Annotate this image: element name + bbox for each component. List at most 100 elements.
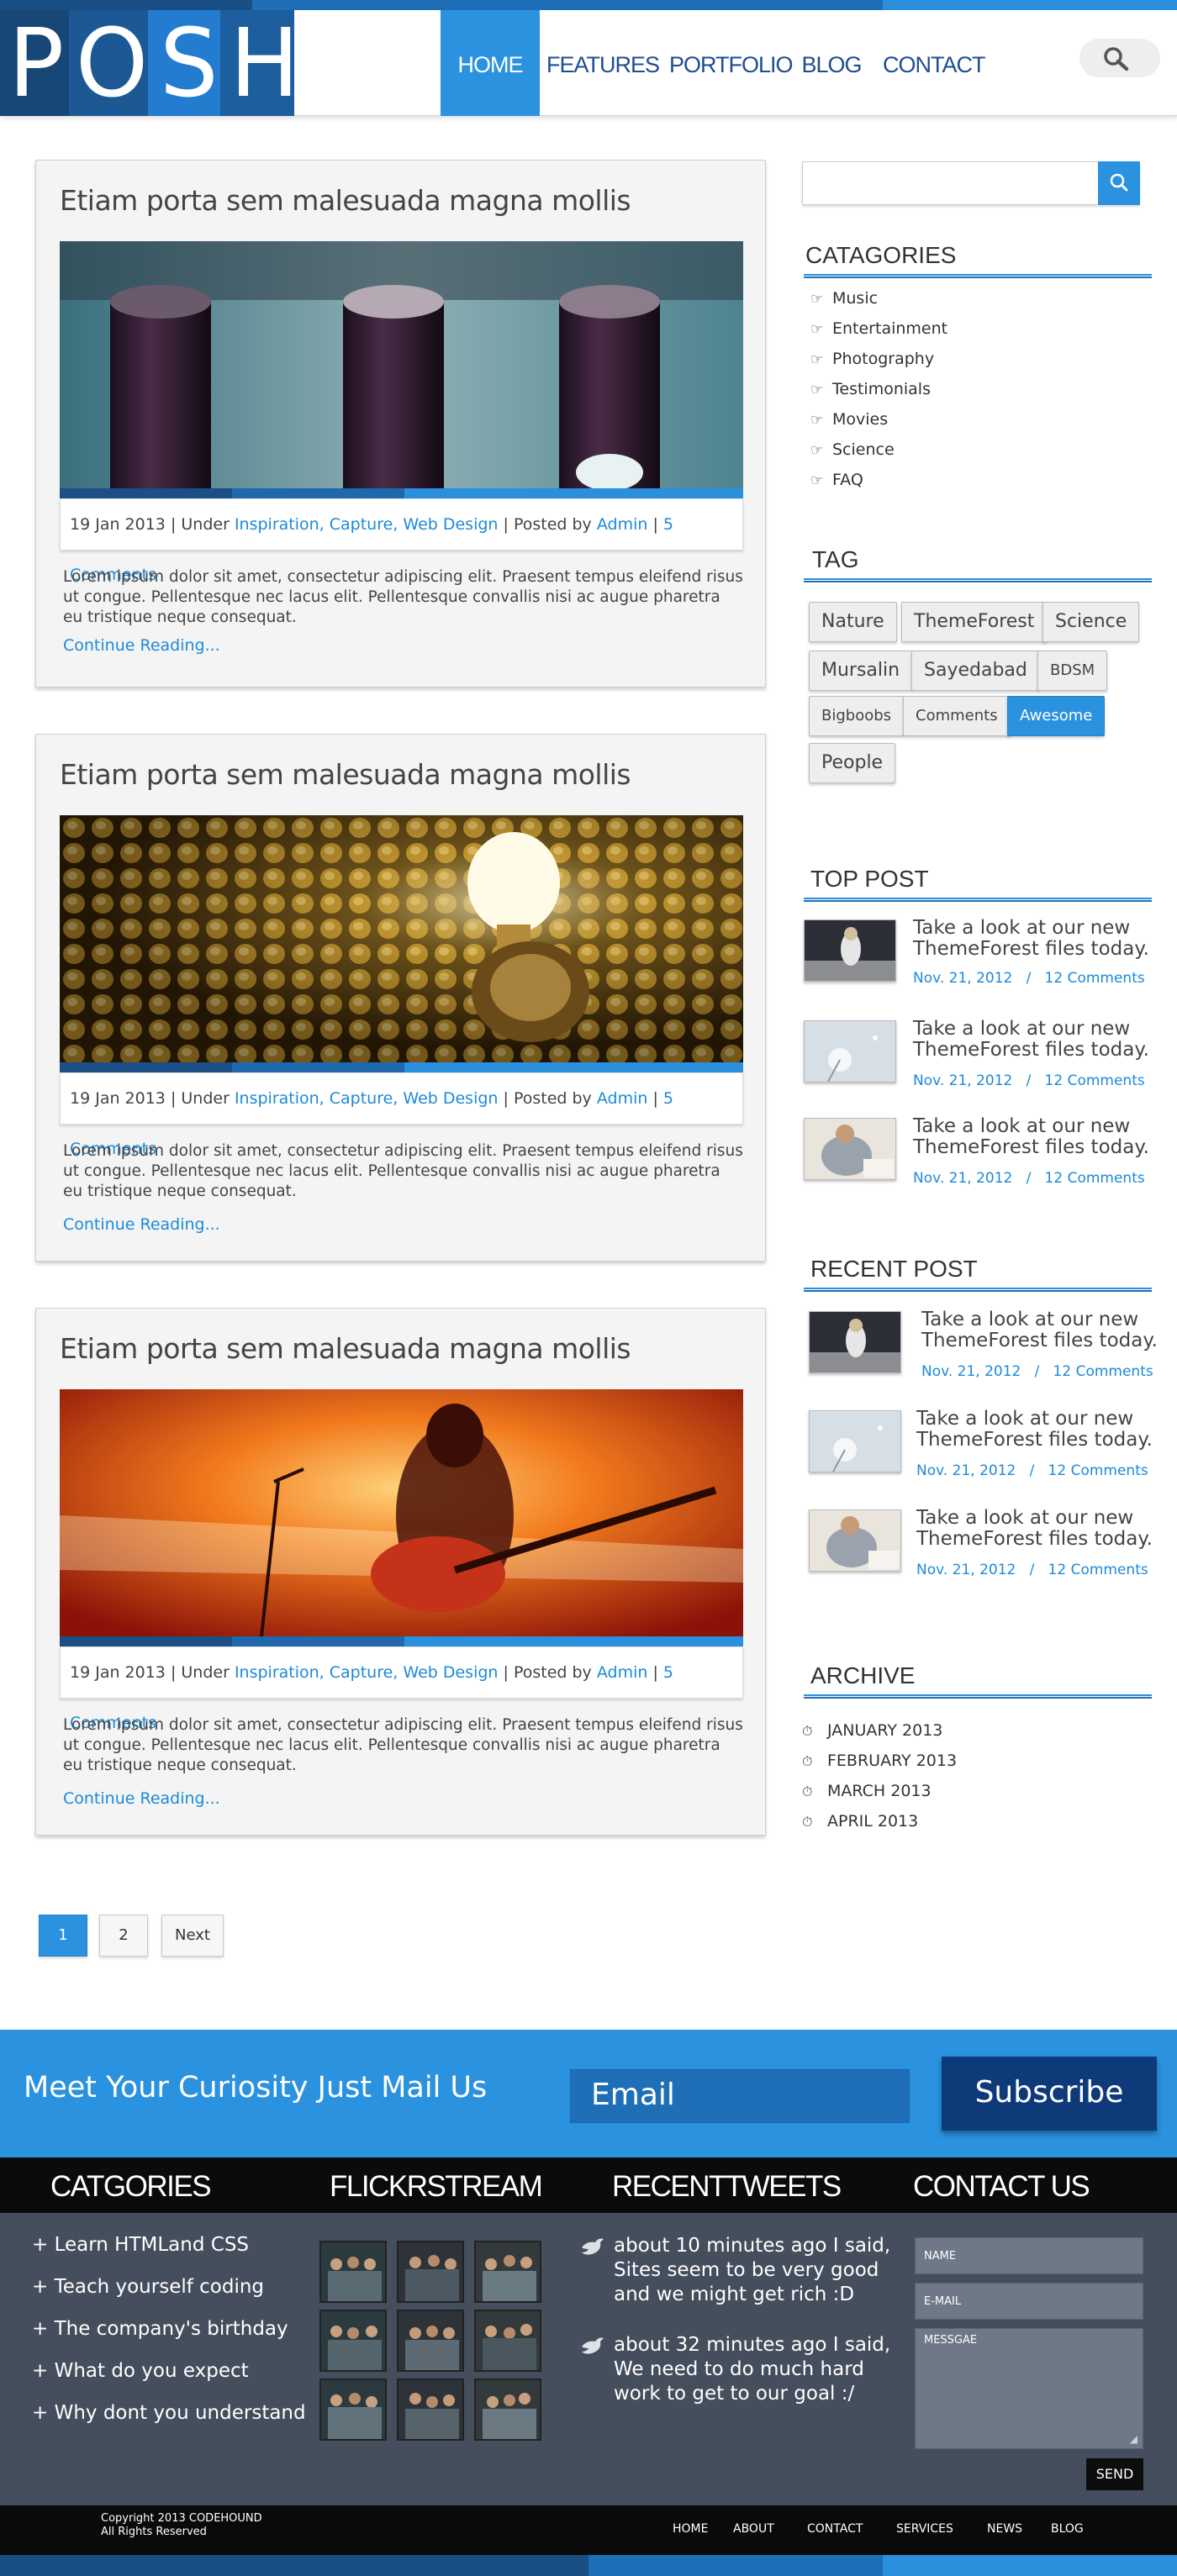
newsletter-email-input[interactable]: Email [570,2069,910,2123]
post-title[interactable]: Etiam porta sem malesuada magna mollis [60,1332,631,1365]
flickr-photo[interactable] [474,2241,541,2303]
archive-item-mar-2013[interactable]: ⏱ MARCH 2013 [802,1782,932,1800]
top-post-comments[interactable]: 12 Comments [1045,970,1145,987]
footer-link-services[interactable]: SERVICES [896,2522,953,2536]
flickr-photo[interactable] [319,2310,387,2372]
sidebar-search-input[interactable] [802,161,1140,205]
footer-link-about[interactable]: ABOUT [733,2522,774,2536]
post-categories-link[interactable]: Inspiration, Capture, Web Design [235,1663,499,1682]
tag-bigboobs[interactable]: Bigboobs [809,696,905,736]
footer-contact-title: CONTACT US [913,2170,1090,2203]
flickr-photo[interactable] [397,2378,464,2441]
footer-link-blog[interactable]: BLOG [1051,2522,1084,2536]
contact-email-field[interactable]: E-MAIL [915,2283,1143,2320]
sidebar-archive-title: ARCHIVE [810,1662,916,1688]
pagination-page-1[interactable]: 1 [39,1915,87,1957]
archive-item-feb-2013[interactable]: ⏱ FEBRUARY 2013 [802,1752,957,1770]
recent-post-comments[interactable]: 12 Comments [1053,1363,1153,1380]
post-author-link[interactable]: Admin [597,515,648,534]
tag-science[interactable]: Science [1042,602,1140,642]
nav-blog[interactable]: BLOG [800,10,863,116]
post-title[interactable]: Etiam porta sem malesuada magna mollis [60,758,631,791]
top-post-title[interactable]: Take a look at our new ThemeForest files… [913,1116,1165,1158]
archive-label: JANUARY 2013 [827,1721,943,1740]
nav-features[interactable]: FEATURES [546,10,660,116]
continue-reading-link[interactable]: Continue Reading... [63,1215,220,1234]
flickr-photo[interactable] [319,2378,387,2441]
post-title[interactable]: Etiam porta sem malesuada magna mollis [60,184,631,217]
top-post-thumb-astronaut[interactable] [804,919,896,982]
flickr-photo[interactable] [474,2310,541,2372]
nav-portfolio[interactable]: PORTFOLIO [669,10,794,116]
resize-handle-icon[interactable]: ◢ [1130,2433,1137,2445]
footer-link-home[interactable]: HOME [673,2522,708,2536]
top-post-title[interactable]: Take a look at our new ThemeForest files… [913,918,1165,960]
recent-post-comments[interactable]: 12 Comments [1048,1462,1148,1479]
pagination-page-2[interactable]: 2 [99,1915,148,1957]
tag-awesome[interactable]: Awesome [1007,696,1106,736]
footer-category-link[interactable]: + Teach yourself coding [32,2276,264,2298]
continue-reading-link[interactable]: Continue Reading... [63,1789,220,1808]
post-author-link[interactable]: Admin [597,1089,648,1108]
contact-name-field[interactable]: NAME [915,2237,1143,2274]
recent-post-thumb-person[interactable] [809,1509,901,1572]
top-post-title[interactable]: Take a look at our new ThemeForest files… [913,1019,1165,1061]
footer-category-link[interactable]: + Learn HTMLand CSS [32,2234,249,2256]
archive-item-jan-2013[interactable]: ⏱ JANUARY 2013 [802,1721,942,1740]
flickr-photo[interactable] [397,2241,464,2303]
tag-sayedabad[interactable]: Sayedabad [911,651,1040,691]
category-item-music[interactable]: ☞ Music [810,289,878,308]
post-categories-link[interactable]: Inspiration, Capture, Web Design [235,1089,499,1108]
tag-themeforest[interactable]: ThemeForest [901,602,1048,642]
category-item-movies[interactable]: ☞ Movies [810,410,888,429]
archive-item-apr-2013[interactable]: ⏱ APRIL 2013 [802,1812,918,1831]
flickr-photo[interactable] [397,2310,464,2372]
tag-mursalin[interactable]: Mursalin [809,651,913,691]
category-item-entertainment[interactable]: ☞ Entertainment [810,319,947,338]
tag-nature[interactable]: Nature [809,602,897,642]
nav-home[interactable]: HOME [441,10,540,116]
logo[interactable]: POSH [0,10,299,116]
tag-bdsm[interactable]: BDSM [1037,651,1108,691]
top-post-comments[interactable]: 12 Comments [1045,1072,1145,1089]
flickr-photo[interactable] [319,2241,387,2303]
category-item-photography[interactable]: ☞ Photography [810,350,934,368]
footer-category-link[interactable]: + Why dont you understand [32,2402,306,2424]
recent-post-title[interactable]: Take a look at our new ThemeForest files… [921,1309,1174,1351]
post-categories-link[interactable]: Inspiration, Capture, Web Design [235,515,499,534]
contact-message-field[interactable]: MESSGAE ◢ [915,2328,1143,2449]
post-image-guitarist[interactable] [60,1389,743,1636]
subscribe-button[interactable]: Subscribe [942,2057,1157,2131]
header-search-button[interactable] [1079,39,1160,77]
top-post-comments[interactable]: 12 Comments [1045,1170,1145,1187]
archive-label: MARCH 2013 [827,1782,932,1800]
recent-post-title[interactable]: Take a look at our new ThemeForest files… [916,1409,1169,1451]
recent-post-thumb-astronaut[interactable] [809,1311,901,1373]
top-post-thumb-dandelion[interactable] [804,1020,896,1083]
footer-category-link[interactable]: + The company's birthday [32,2318,288,2340]
category-item-testimonials[interactable]: ☞ Testimonials [810,380,931,398]
footer-link-news[interactable]: NEWS [987,2522,1022,2536]
logo-text: POSH [8,9,311,119]
nav-contact[interactable]: CONTACT [883,10,986,116]
recent-post-comments[interactable]: 12 Comments [1048,1562,1148,1578]
flickr-photo[interactable] [474,2378,541,2441]
recent-post-title[interactable]: Take a look at our new ThemeForest files… [916,1508,1169,1550]
tag-people[interactable]: People [809,743,896,783]
pagination-next[interactable]: Next [161,1915,224,1957]
footer-link-contact[interactable]: CONTACT [807,2522,863,2536]
post-author-link[interactable]: Admin [597,1663,648,1682]
post-image-knobs[interactable] [60,241,743,488]
recent-post-thumb-dandelion[interactable] [809,1410,901,1472]
tweet-text: about 32 minutes ago I said, We need to … [614,2334,891,2405]
category-item-science[interactable]: ☞ Science [810,440,895,459]
category-item-faq[interactable]: ☞ FAQ [810,471,863,489]
post-image-lightbulb[interactable] [60,815,743,1062]
sidebar-search-button[interactable] [1098,161,1140,205]
category-label: Photography [832,350,935,368]
continue-reading-link[interactable]: Continue Reading... [63,636,220,655]
send-button[interactable]: SEND [1086,2458,1143,2490]
tag-comments[interactable]: Comments [903,696,1011,736]
top-post-thumb-person[interactable] [804,1118,896,1180]
footer-category-link[interactable]: + What do you expect [32,2360,249,2382]
